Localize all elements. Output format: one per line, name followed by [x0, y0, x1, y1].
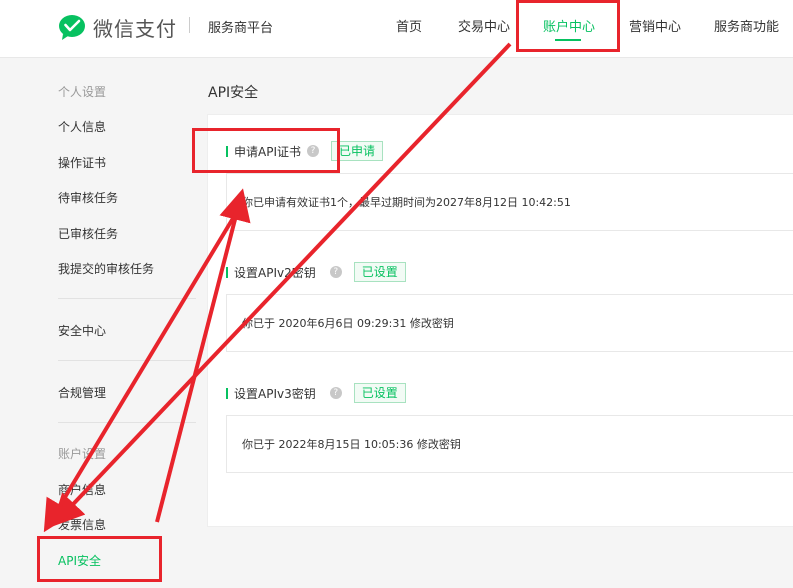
sidebar-item-security-center[interactable]: 安全中心 — [58, 322, 106, 339]
sidebar-item-compliance[interactable]: 合规管理 — [58, 384, 106, 401]
sidebar-group-account: 账户设置 — [58, 447, 107, 461]
status-badge: 已设置 — [353, 383, 406, 403]
section-apiv2-key-title: 设置APIv2密钥 ? 已设置 — [226, 262, 406, 282]
platform-name: 服务商平台 — [208, 21, 274, 36]
top-header: 微信支付 服务商平台 首页 交易中心 账户中心 营销中心 服务商功能 — [0, 0, 793, 58]
help-icon[interactable]: ? — [329, 387, 342, 399]
status-badge: 已设置 — [353, 262, 406, 282]
section-apiv3-key-box: 你已于 2022年8月15日 10:05:36 修改密钥 — [226, 415, 793, 473]
sidebar-item-personal-info[interactable]: 个人信息 — [58, 118, 106, 135]
brand-name: 微信支付 — [93, 16, 177, 41]
sidebar-item-reviewed[interactable]: 已审核任务 — [58, 225, 118, 242]
section-title-text: 设置APIv2密钥 — [234, 265, 316, 280]
nav-provider-functions[interactable]: 服务商功能 — [714, 16, 779, 35]
nav-home[interactable]: 首页 — [396, 16, 422, 35]
sidebar-item-my-submitted[interactable]: 我提交的审核任务 — [58, 260, 154, 277]
sidebar-group-personal: 个人设置 — [58, 85, 107, 99]
section-apiv3-key-title: 设置APIv3密钥 ? 已设置 — [226, 383, 406, 403]
sidebar-item-pending-review[interactable]: 待审核任务 — [58, 189, 118, 206]
section-title-text: 设置APIv3密钥 — [234, 386, 316, 401]
section-accent-bar — [226, 266, 228, 278]
page-title: API安全 — [208, 85, 259, 101]
wechat-pay-logo[interactable]: 微信支付 — [57, 12, 177, 42]
section-detail-text: 你已申请有效证书1个，最早过期时间为2027年8月12日 10:42:51 — [242, 196, 571, 209]
section-detail-text: 你已于 2020年6月6日 09:29:31 修改密钥 — [242, 317, 454, 330]
sidebar-divider — [58, 422, 196, 423]
section-apply-cert-box: 你已申请有效证书1个，最早过期时间为2027年8月12日 10:42:51 — [226, 173, 793, 231]
annotation-box-account-center — [516, 0, 620, 52]
sidebar-divider — [58, 298, 196, 299]
section-detail-text: 你已于 2022年8月15日 10:05:36 修改密钥 — [242, 438, 461, 451]
sidebar-item-invoice-info[interactable]: 发票信息 — [58, 516, 106, 533]
section-apiv2-key-box: 你已于 2020年6月6日 09:29:31 修改密钥 — [226, 294, 793, 352]
sidebar-item-merchant-info[interactable]: 商户信息 — [58, 481, 106, 498]
section-accent-bar — [226, 387, 228, 399]
help-icon[interactable]: ? — [329, 266, 342, 278]
sidebar-item-operation-cert[interactable]: 操作证书 — [58, 154, 106, 171]
wechat-pay-logo-icon — [59, 15, 85, 40]
nav-marketing-center[interactable]: 营销中心 — [629, 16, 681, 35]
logo-divider — [189, 17, 190, 33]
nav-trade-center[interactable]: 交易中心 — [458, 16, 510, 35]
annotation-box-apply-cert — [192, 128, 340, 173]
annotation-box-api-security — [37, 536, 162, 582]
sidebar-divider — [58, 360, 196, 361]
